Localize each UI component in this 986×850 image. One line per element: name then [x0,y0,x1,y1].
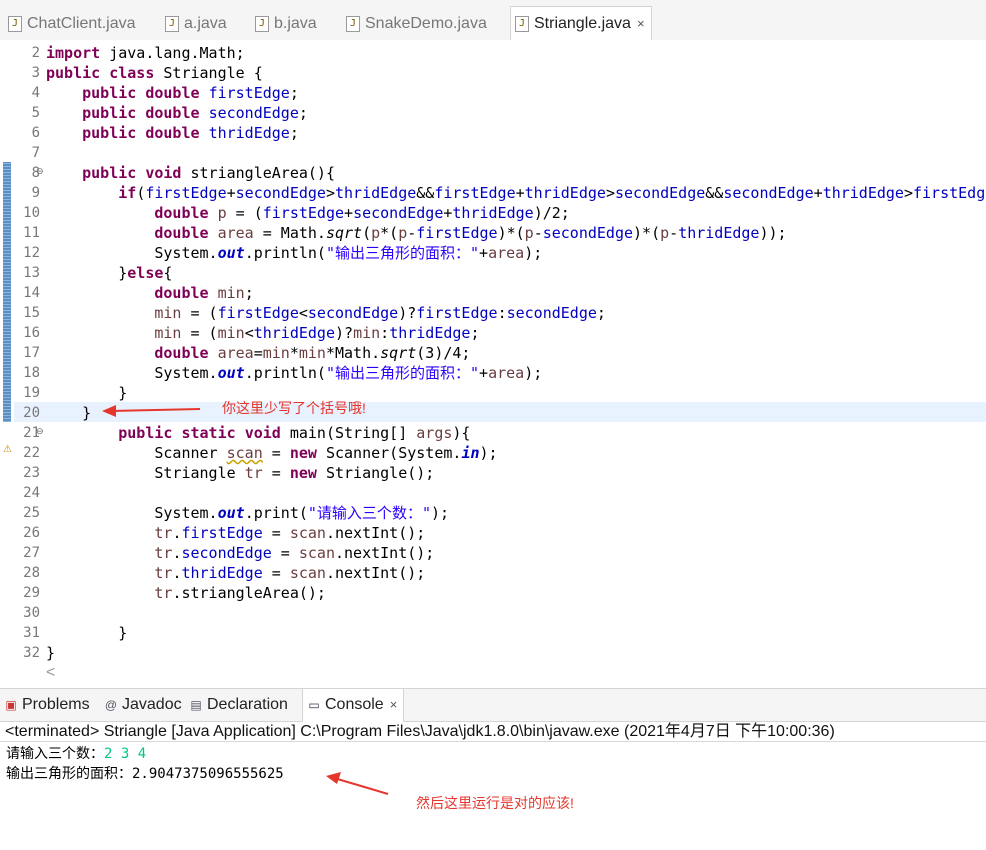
annotation-arrow-2 [326,772,389,795]
